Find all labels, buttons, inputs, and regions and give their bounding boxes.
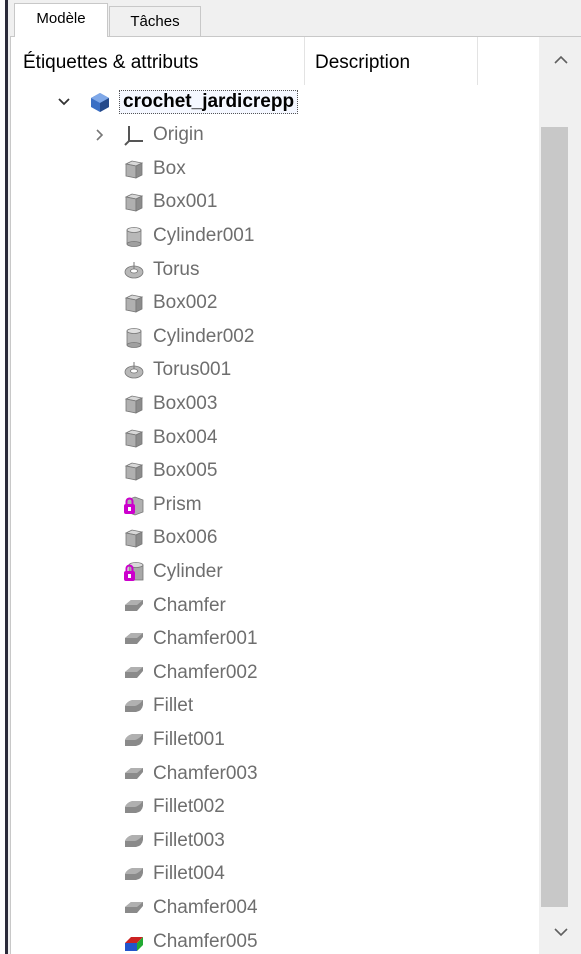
tree-item[interactable]: Fillet001 [123, 723, 225, 756]
column-header-labels[interactable]: Étiquettes & attributs [11, 37, 305, 85]
tree-item[interactable]: Chamfer003 [123, 757, 258, 790]
tree-item-label: Box [153, 157, 186, 179]
tree-item[interactable]: Box005 [123, 455, 217, 488]
window-left-border [0, 0, 8, 954]
tree-item[interactable]: Box003 [123, 387, 217, 420]
tree-item-label: Chamfer005 [153, 930, 258, 952]
tree-item-root[interactable]: crochet_jardicrepp [58, 85, 299, 118]
fillet-icon [123, 863, 145, 885]
tree-item-label: Chamfer004 [153, 896, 258, 918]
chamfer-icon [123, 595, 145, 617]
prism-locked-icon [123, 494, 145, 516]
tree-item[interactable]: Prism [123, 488, 202, 521]
tree-item[interactable]: Box004 [123, 421, 217, 454]
tab-model[interactable]: Modèle [14, 3, 108, 37]
tree-item[interactable]: Box [123, 152, 186, 185]
tree-item-label: Box001 [153, 191, 218, 213]
tree-item[interactable]: Fillet004 [123, 858, 225, 891]
tree-item-label: Prism [153, 493, 202, 515]
tree-item-label: Box005 [153, 460, 218, 482]
fillet-icon [123, 796, 145, 818]
torus-icon [123, 259, 145, 281]
box-icon [123, 460, 145, 482]
tree-item[interactable]: Cylinder001 [123, 219, 254, 252]
tree-item-label: Box006 [153, 527, 218, 549]
chamfer-icon [123, 897, 145, 919]
tab-bar: Modèle Tâches [8, 0, 581, 37]
chamfer-active-icon [123, 931, 145, 953]
tree-item-label: Chamfer002 [153, 661, 258, 683]
scroll-up-button[interactable] [539, 37, 581, 83]
tree-item[interactable]: Fillet [123, 690, 193, 723]
fillet-icon [123, 830, 145, 852]
chamfer-icon [123, 763, 145, 785]
expand-collapse-toggle[interactable] [91, 126, 109, 144]
tree-item[interactable]: Torus001 [123, 354, 231, 387]
tree-item-label: Fillet002 [153, 796, 225, 818]
chamfer-icon [123, 628, 145, 650]
tree-item[interactable]: Cylinder002 [123, 320, 254, 353]
torus-icon [123, 359, 145, 381]
tree-item[interactable]: Torus [123, 253, 199, 286]
tree-item[interactable]: Box002 [123, 287, 217, 320]
tree-item[interactable]: Chamfer001 [123, 623, 258, 656]
cylinder-locked-icon [123, 561, 145, 583]
cylinder-icon [123, 225, 145, 247]
tree-item-label: Cylinder001 [153, 224, 255, 246]
tree-item-label: Box003 [153, 392, 218, 414]
chevron-right-icon [96, 129, 104, 141]
tree-item[interactable]: Box006 [123, 522, 217, 555]
tree-item[interactable]: Origin [96, 119, 204, 152]
tree-item[interactable]: Cylinder [123, 555, 223, 588]
tree-item-label: Fillet003 [153, 829, 225, 851]
box-icon [123, 427, 145, 449]
tree-item-label: Chamfer [153, 594, 226, 616]
tree-item[interactable]: Fillet003 [123, 824, 225, 857]
box-icon [123, 527, 145, 549]
tree-item[interactable]: Chamfer005 [123, 925, 258, 954]
tree-item-label: Chamfer001 [153, 628, 258, 650]
tree-item-label: crochet_jardicrepp [119, 89, 299, 114]
tab-tasks[interactable]: Tâches [109, 6, 201, 36]
tree-item-label: Fillet004 [153, 863, 225, 885]
tree-item[interactable]: Fillet002 [123, 791, 225, 824]
tree-item[interactable]: Chamfer [123, 589, 226, 622]
column-header-description[interactable]: Description [305, 37, 478, 85]
chevron-down-icon [553, 928, 568, 937]
scroll-thumb[interactable] [541, 127, 568, 907]
fillet-icon [123, 695, 145, 717]
tree-item-label: Box004 [153, 426, 218, 448]
tree-item-label: Fillet [153, 695, 194, 717]
tree-item-label: Box002 [153, 292, 218, 314]
tree-item[interactable]: Chamfer004 [123, 891, 258, 924]
tree-item[interactable]: Box001 [123, 186, 217, 219]
cylinder-icon [123, 326, 145, 348]
chamfer-icon [123, 662, 145, 684]
tree-item-label: Fillet001 [153, 728, 225, 750]
tree-item-label: Origin [153, 124, 204, 146]
tree-item-label: Chamfer003 [153, 762, 258, 784]
tree-item[interactable]: Chamfer002 [123, 656, 258, 689]
box-icon [123, 393, 145, 415]
tree-header: Étiquettes & attributs Description [11, 37, 539, 85]
origin-axes-icon [123, 124, 145, 146]
box-icon [123, 292, 145, 314]
chevron-down-icon [58, 97, 70, 105]
tree-item-label: Cylinder002 [153, 325, 255, 347]
expand-collapse-toggle[interactable] [55, 93, 73, 111]
tree-panel: Étiquettes & attributs Description croch… [10, 36, 581, 954]
box-icon [123, 158, 145, 180]
scroll-down-button[interactable] [539, 909, 581, 954]
tree-item-label: Torus [153, 258, 200, 280]
fillet-icon [123, 729, 145, 751]
chevron-up-icon [553, 55, 568, 64]
vertical-scrollbar[interactable] [539, 37, 581, 954]
tree-item-label: Cylinder [153, 560, 223, 582]
part-document-icon [89, 91, 111, 113]
box-icon [123, 191, 145, 213]
tree-item-label: Torus001 [153, 359, 232, 381]
